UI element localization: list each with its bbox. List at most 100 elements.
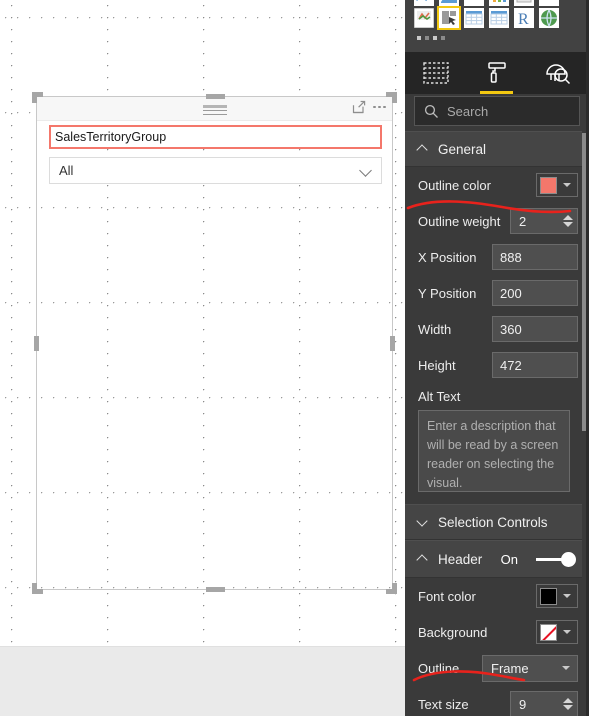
row-text-size: Text size 9 [405, 686, 589, 716]
section-header-title: Header [438, 551, 483, 567]
label-background: Background [418, 624, 488, 640]
outline-select-value: Frame [491, 660, 529, 676]
y-position-input[interactable]: 200 [492, 280, 578, 306]
analytics-tab[interactable] [527, 52, 588, 94]
text-size-stepper[interactable]: 9 [510, 691, 578, 716]
label-y-position: Y Position [418, 285, 477, 301]
more-options-icon[interactable] [373, 100, 386, 114]
resize-handle-bottom[interactable] [205, 587, 225, 592]
chevron-down-icon [361, 165, 373, 177]
slicer-dropdown[interactable]: All [49, 157, 382, 184]
resize-handle-left[interactable] [34, 336, 39, 351]
background-color-picker[interactable] [536, 620, 578, 644]
font-color-picker[interactable] [536, 584, 578, 608]
row-outline: Outline Frame [405, 650, 589, 686]
section-general-title: General [438, 141, 487, 157]
x-position-input[interactable]: 888 [492, 244, 578, 270]
text-size-value: 9 [519, 696, 527, 712]
visualizations-pane: R Search General Outline color Outline w… [405, 0, 589, 716]
resize-handle-top-left[interactable] [32, 92, 43, 103]
r-script-visual-icon[interactable]: R [514, 8, 534, 28]
search-input[interactable] [447, 103, 567, 119]
row-outline-color: Outline color [405, 167, 589, 203]
resize-handle-top-right[interactable] [386, 92, 397, 103]
chevron-down-icon [563, 630, 571, 634]
chevron-down-icon [418, 517, 428, 527]
filled-map-visual-icon[interactable] [439, 0, 459, 6]
label-height: Height [418, 357, 456, 373]
spinner-arrows-icon[interactable] [563, 698, 573, 710]
pane-tabs [405, 52, 589, 94]
slicer-selected-value: All [59, 163, 74, 178]
outline-weight-value: 2 [519, 213, 527, 229]
outline-select[interactable]: Frame [482, 654, 578, 682]
section-general[interactable]: General [405, 131, 589, 167]
spinner-arrows-icon[interactable] [563, 215, 573, 227]
height-input[interactable]: 472 [492, 352, 578, 378]
kpi-visual-icon[interactable] [489, 0, 509, 6]
section-header[interactable]: Header On [405, 540, 589, 578]
analytics-magnifier-icon [545, 64, 570, 85]
app-root: SalesTerritoryGroup All R Search General… [0, 0, 589, 716]
gallery-row-bottom: R [414, 6, 559, 30]
row-height: Height 472 [405, 347, 589, 383]
more-visuals-dots[interactable] [417, 36, 445, 40]
outline-weight-stepper[interactable]: 2 [510, 208, 578, 234]
label-text-size: Text size [418, 696, 469, 712]
gauge-visual-icon[interactable] [464, 0, 484, 6]
arcgis-map-visual-icon[interactable] [539, 8, 559, 28]
drag-handle-icon[interactable] [202, 105, 227, 115]
outline-color-picker[interactable] [536, 173, 578, 197]
label-alt-text: Alt Text [405, 383, 589, 408]
fields-grid-icon [422, 62, 449, 84]
format-properties-list: General Outline color Outline weight 2 X… [405, 131, 589, 716]
chevron-down-icon [563, 183, 571, 187]
font-color-swatch [540, 587, 557, 605]
chevron-up-icon [418, 144, 428, 154]
visual-header-icons [352, 100, 386, 114]
slicer-title[interactable]: SalesTerritoryGroup [49, 125, 382, 149]
focus-mode-icon[interactable] [352, 100, 366, 114]
matrix-visual-icon[interactable] [489, 8, 509, 28]
row-y-position: Y Position 200 [405, 275, 589, 311]
section-selection-controls-title: Selection Controls [438, 514, 548, 530]
chevron-up-icon [418, 554, 428, 564]
map-visual-icon[interactable] [414, 0, 434, 6]
row-x-position: X Position 888 [405, 239, 589, 275]
label-x-position: X Position [418, 249, 477, 265]
canvas-footer-area [0, 646, 405, 716]
svg-text:R: R [518, 11, 529, 28]
slicer-visual-icon[interactable] [437, 6, 461, 30]
gallery-row-top [414, 0, 559, 6]
label-outline-weight: Outline weight [418, 213, 501, 229]
outline-color-swatch [540, 176, 557, 194]
resize-handle-bottom-right[interactable] [386, 583, 397, 594]
label-outline: Outline [418, 660, 460, 676]
alt-text-input[interactable]: Enter a description that will be read by… [418, 410, 570, 492]
chevron-down-icon [562, 666, 570, 670]
resize-handle-right[interactable] [390, 336, 395, 351]
search-icon [424, 104, 438, 118]
paint-roller-icon [487, 62, 506, 83]
header-toggle[interactable] [536, 551, 576, 567]
slicer-chart-icon[interactable] [414, 8, 434, 28]
header-toggle-state: On [500, 551, 518, 567]
row-font-color: Font color [405, 578, 589, 614]
report-canvas[interactable]: SalesTerritoryGroup All [0, 0, 405, 646]
format-tab[interactable] [466, 52, 527, 94]
resize-handle-bottom-left[interactable] [32, 583, 43, 594]
multirow-card-visual-icon[interactable] [539, 0, 559, 6]
fields-tab[interactable] [405, 52, 466, 94]
table-visual-icon[interactable] [464, 8, 484, 28]
width-input[interactable]: 360 [492, 316, 578, 342]
row-background: Background [405, 614, 589, 650]
resize-handle-top[interactable] [205, 94, 225, 99]
search-box[interactable] [414, 96, 580, 126]
label-width: Width [418, 321, 452, 337]
row-outline-weight: Outline weight 2 [405, 203, 589, 239]
background-none-swatch [540, 623, 557, 641]
section-selection-controls[interactable]: Selection Controls [405, 504, 589, 540]
visual-header-bar [37, 97, 392, 121]
card-visual-icon[interactable] [514, 0, 534, 6]
slicer-visual[interactable]: SalesTerritoryGroup All [32, 92, 397, 594]
